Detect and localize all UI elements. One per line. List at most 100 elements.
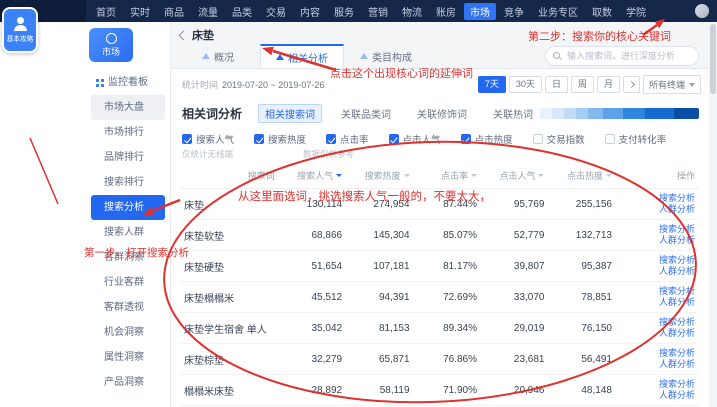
sidebar-item-label: 品牌排行 [104,145,144,170]
crowd-analysis-link[interactable]: 人群分析 [620,390,695,401]
page-tab[interactable]: 概况 [176,44,260,68]
nav-item[interactable]: 实时 [124,3,156,20]
nav-item[interactable]: 市场 [464,3,496,20]
crowd-analysis-link[interactable]: 人群分析 [620,297,695,308]
crowd-analysis-link[interactable]: 人群分析 [620,266,695,277]
search-popularity-cell: 51,654 [279,251,346,282]
scrollbar-track[interactable] [709,22,717,407]
search-analysis-link[interactable]: 搜索分析 [620,224,695,235]
period-button[interactable]: 月 [597,76,620,93]
word-type-tab[interactable]: 关联品类词 [334,104,398,123]
period-button[interactable]: 日 [545,76,568,93]
period-button[interactable]: 周 [571,76,594,93]
period-group: 7天30天日周月 [478,76,620,93]
sidebar-item-label: 客群透视 [104,295,144,320]
click-heat-cell: 48,148 [548,375,615,406]
sidebar-item[interactable]: 客群洞察 [86,245,170,270]
metric-checkbox[interactable]: 点击人气 [389,132,441,146]
next-period-button[interactable] [623,76,640,93]
actions-cell: 搜索分析 人群分析 [616,251,699,282]
column-header[interactable]: 点击人气 [481,163,548,189]
keyword-cell: 床垫软垫 [180,220,279,251]
page-tabs: 概况 相关分析 类目构成 [176,44,428,68]
search-analysis-link[interactable]: 搜索分析 [620,193,695,204]
search-input[interactable] [565,50,689,62]
metric-checkbox[interactable]: 点击热度 [461,132,513,146]
page-tab[interactable]: 类目构成 [344,44,428,68]
nav-item[interactable]: 账房 [430,3,462,20]
search-analysis-link[interactable]: 搜索分析 [620,255,695,266]
sidebar-item[interactable]: 产品洞察 [86,370,170,395]
nav-item[interactable]: 交易 [260,3,292,20]
nav-item[interactable]: 服务 [328,3,360,20]
checkbox-icon [605,134,615,144]
sidebar-item[interactable]: 机会洞察 [86,320,170,345]
sidebar-item[interactable]: 监控看板 [86,70,170,95]
sidebar-item-label: 市场大盘 [104,95,144,120]
metric-checkbox[interactable]: 搜索热度 [254,132,306,146]
column-header[interactable]: 点击热度 [548,163,615,189]
tab-flag-icon [360,53,368,59]
nav-item[interactable]: 营销 [362,3,394,20]
word-type-tab[interactable]: 关联修饰词 [410,104,474,123]
terminal-dropdown[interactable]: 所有终端 [643,75,701,94]
sidebar-item[interactable]: 属性洞察 [86,345,170,370]
nav-item[interactable]: 学院 [620,3,652,20]
metric-checkbox[interactable]: 交易指数 [533,132,585,146]
scrollbar-thumb[interactable] [710,24,716,94]
nav-item[interactable]: 物流 [396,3,428,20]
column-header[interactable]: 搜索词 [180,163,279,189]
column-header[interactable]: 操作 [616,163,699,189]
contact-badge[interactable]: 基本攻略 [2,7,38,53]
nav-item[interactable]: 取数 [586,3,618,20]
user-avatar[interactable] [695,4,709,18]
metric-checkbox[interactable]: 支付转化率 [605,132,667,146]
module-badge-market[interactable]: 市场 [89,28,133,62]
word-type-tab[interactable]: 相关搜索词 [258,104,322,123]
nav-item[interactable]: 流量 [192,3,224,20]
click-heat-cell: 78,851 [548,282,615,313]
nav-item[interactable]: 品类 [226,3,258,20]
sidebar-item[interactable]: 客群透视 [86,295,170,320]
nav-item[interactable]: 内容 [294,3,326,20]
crowd-analysis-link[interactable]: 人群分析 [620,204,695,215]
metric-label: 点击率 [340,132,369,146]
search-analysis-link[interactable]: 搜索分析 [620,317,695,328]
search-analysis-link[interactable]: 搜索分析 [620,286,695,297]
metric-label: 支付转化率 [619,132,667,146]
nav-item[interactable]: 业务专区 [532,3,584,20]
word-type-tabs: 相关搜索词关联品类词关联修饰词关联热词 [258,104,540,123]
column-header[interactable]: 搜索人气 [279,163,346,189]
crowd-analysis-link[interactable]: 人群分析 [620,359,695,370]
metric-label: 点击人气 [403,132,441,146]
nav-item[interactable]: 首页 [90,3,122,20]
column-header[interactable]: 点击率 [414,163,481,189]
search-analysis-link[interactable]: 搜索分析 [620,348,695,359]
actions-cell: 搜索分析 人群分析 [616,344,699,375]
level-bar-segment [588,108,603,119]
sidebar-item[interactable]: 品牌排行 [86,145,170,170]
nav-item[interactable]: 商品 [158,3,190,20]
click-rate-cell: 71.90% [414,375,481,406]
page-tab[interactable]: 相关分析 [260,44,344,68]
sidebar-item[interactable]: 搜索分析 [91,195,165,220]
crowd-analysis-link[interactable]: 人群分析 [620,328,695,339]
crowd-analysis-link[interactable]: 人群分析 [620,235,695,246]
metric-checkbox[interactable]: 点击率 [326,132,369,146]
sidebar-item[interactable]: 行业客群 [86,270,170,295]
back-icon[interactable] [179,30,189,40]
word-type-tab[interactable]: 关联热词 [486,104,540,123]
checkbox-icon [533,134,543,144]
sidebar-item[interactable]: 搜索人群 [86,220,170,245]
table-row: 床垫棕垫 32,279 65,871 76.86% 23,681 56,491 … [180,344,699,375]
nav-item[interactable]: 竞争 [498,3,530,20]
period-button[interactable]: 30天 [509,76,542,93]
search-analysis-link[interactable]: 搜索分析 [620,379,695,390]
sidebar-item[interactable]: 搜索排行 [86,170,170,195]
period-button[interactable]: 7天 [478,76,506,93]
metric-checkbox[interactable]: 搜索人气 [182,132,234,146]
sidebar-item[interactable]: 市场排行 [86,120,170,145]
sidebar-item[interactable]: 市场大盘 [91,95,165,120]
sidebar-item-label: 机会洞察 [104,320,144,345]
column-header[interactable]: 搜索热度 [346,163,413,189]
